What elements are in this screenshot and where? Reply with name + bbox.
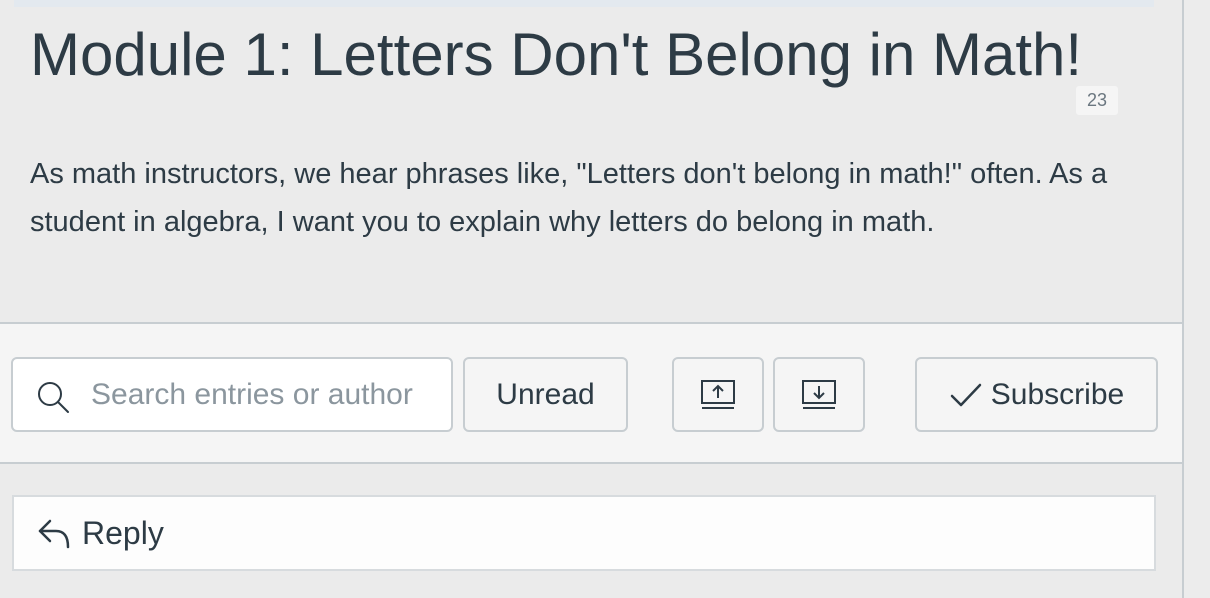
search-icon <box>38 382 69 413</box>
reply-button[interactable]: Reply <box>12 495 1156 571</box>
expand-all-icon <box>802 379 836 409</box>
discussion-title: Module 1: Letters Don't Belong in Math! <box>30 21 1083 88</box>
discussion-page: Module 1: Letters Don't Belong in Math! … <box>0 0 1210 598</box>
discussion-description: As math instructors, we hear phrases lik… <box>30 158 1108 238</box>
checkmark-icon <box>950 383 982 406</box>
reply-arrow-icon <box>38 519 70 549</box>
collapse-all-button[interactable] <box>672 357 764 432</box>
collapse-all-icon <box>701 379 735 409</box>
right-gutter <box>1184 0 1210 598</box>
search-field[interactable] <box>11 357 453 432</box>
top-strip <box>14 0 1154 7</box>
discussion-toolbar: Unread Subscribe <box>0 322 1182 464</box>
subscribe-button-label: Subscribe <box>990 377 1125 411</box>
search-input[interactable] <box>91 371 441 419</box>
unread-button[interactable]: Unread <box>463 357 628 432</box>
subscribe-button[interactable]: Subscribe <box>915 357 1158 432</box>
unread-button-label: Unread <box>496 377 595 411</box>
expand-all-button[interactable] <box>773 357 865 432</box>
unread-count-badge: 23 <box>1076 86 1118 115</box>
reply-label: Reply <box>82 514 164 551</box>
